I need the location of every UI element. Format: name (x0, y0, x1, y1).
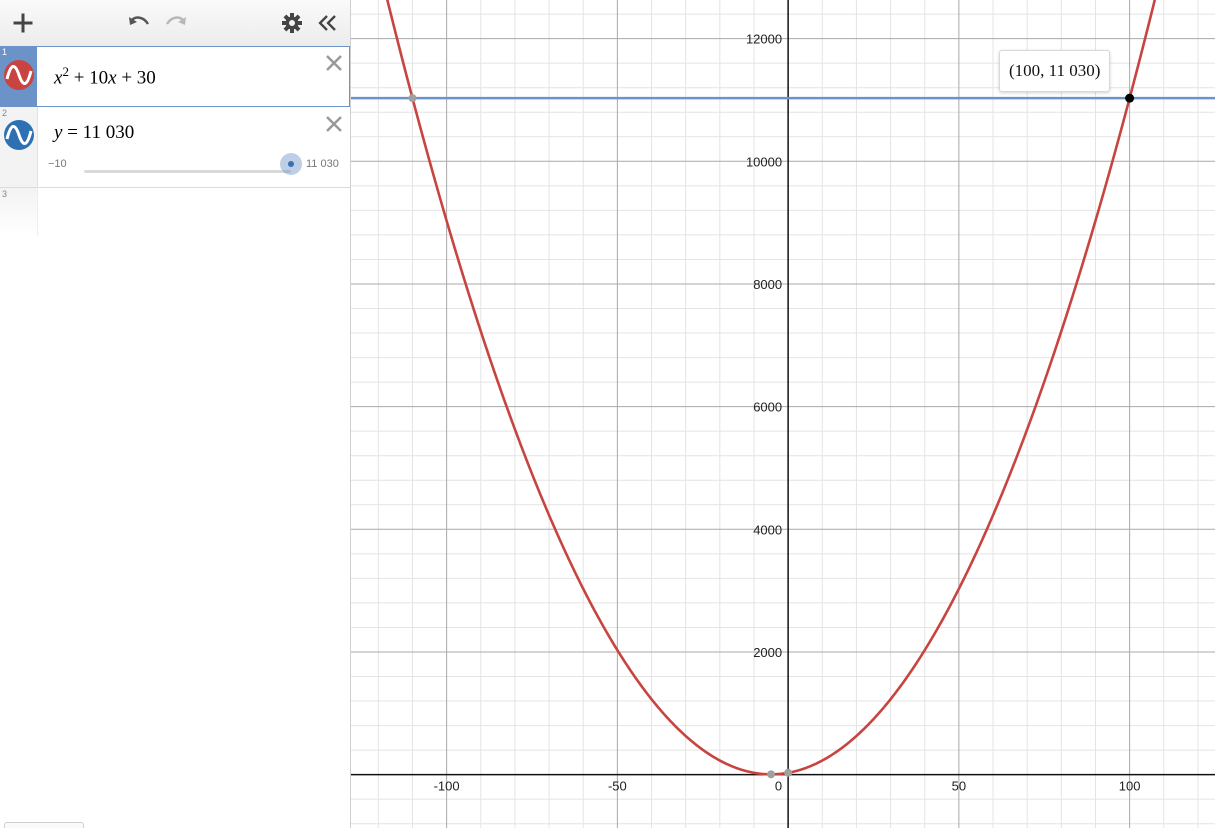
origin-label: 0 (775, 779, 782, 794)
expression-row-3[interactable]: 3 (0, 188, 350, 236)
slider-thumb[interactable] (280, 153, 302, 175)
y-tick-label: 6000 (753, 400, 782, 415)
redo-button[interactable] (162, 9, 190, 37)
settings-button[interactable] (278, 9, 306, 37)
plus-icon (13, 13, 33, 33)
y-intercept-point (784, 768, 793, 777)
collapse-panel-button[interactable] (314, 9, 342, 37)
y-tick-label: 12000 (746, 32, 782, 47)
graph-svg[interactable]: -100 -50 50 100 2000 4000 6000 8000 10000 12000 0 (351, 0, 1215, 828)
expression-index: 2 (2, 108, 8, 118)
expression-panel: 1 x2 + 10x + 30 2 y = 11 030 −10 11 030 … (0, 0, 351, 828)
expression-row-1[interactable]: 1 x2 + 10x + 30 (0, 46, 350, 107)
graph-style-icon[interactable] (3, 119, 35, 151)
formula-variable-2: x (108, 67, 117, 89)
slider-min-label[interactable]: −10 (48, 158, 67, 170)
minor-gridlines (351, 0, 1215, 828)
add-expression-button[interactable] (9, 9, 37, 37)
expression-gutter: 1 (0, 46, 37, 106)
graphing-calculator-app: 1 x2 + 10x + 30 2 y = 11 030 −10 11 030 … (0, 0, 1215, 828)
vertex-point (767, 770, 776, 779)
slider-track[interactable] (84, 170, 291, 173)
point-coordinate-tooltip: (100, 11 030) (999, 50, 1111, 92)
expression-toolbar (0, 0, 350, 47)
double-chevron-left-icon (318, 15, 336, 31)
expression-formula[interactable]: y = 11 030 (54, 122, 134, 144)
expression-gutter: 3 (0, 188, 38, 236)
undo-button[interactable] (125, 9, 153, 37)
x-tick-label: 100 (1119, 779, 1141, 794)
expression-list: 1 x2 + 10x + 30 2 y = 11 030 −10 11 030 … (0, 46, 350, 236)
formula-value: = 11 030 (62, 122, 135, 143)
redo-icon (165, 16, 186, 25)
expression-row-2[interactable]: 2 y = 11 030 −10 11 030 (0, 107, 350, 188)
expression-index: 3 (2, 189, 8, 199)
expression-formula[interactable]: x2 + 10x + 30 (54, 64, 156, 89)
intersection-point (408, 94, 417, 103)
y-tick-label: 2000 (753, 645, 782, 660)
close-icon[interactable] (324, 114, 344, 134)
selected-intersection-point (1125, 93, 1135, 103)
y-tick-label: 10000 (746, 154, 782, 169)
expression-index: 1 (2, 47, 8, 57)
formula-term: + 10 (68, 67, 109, 89)
bottom-tab[interactable] (4, 822, 84, 828)
x-tick-label: -50 (608, 779, 627, 794)
x-tick-label: 50 (952, 779, 966, 794)
y-tick-label: 8000 (753, 277, 782, 292)
gear-icon (282, 13, 302, 33)
formula-constant: + 30 (116, 67, 156, 89)
graph-canvas[interactable]: -100 -50 50 100 2000 4000 6000 8000 10000 12000 0 (351, 0, 1215, 828)
x-tick-label: -100 (434, 779, 460, 794)
close-icon[interactable] (324, 53, 344, 73)
y-tick-label: 4000 (753, 522, 782, 537)
undo-icon (129, 16, 150, 25)
graph-style-icon[interactable] (3, 59, 35, 91)
slider-max-label[interactable]: 11 030 (306, 158, 339, 170)
expression-gutter: 2 (0, 107, 38, 187)
